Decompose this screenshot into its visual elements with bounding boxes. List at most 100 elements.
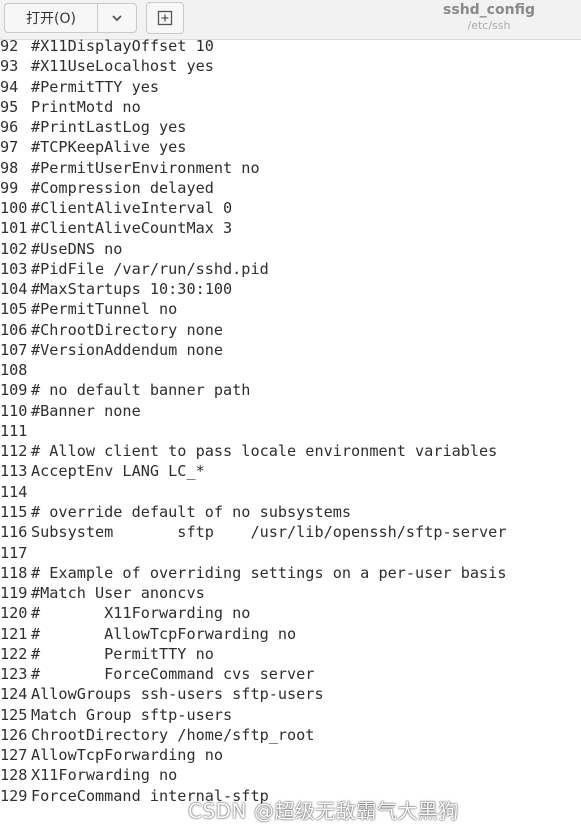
- line-text: AcceptEnv LANG LC_*: [31, 462, 205, 481]
- line-text: #TCPKeepAlive yes: [31, 138, 187, 157]
- line-number: 121: [0, 624, 28, 643]
- line-text: #MaxStartups 10:30:100: [31, 280, 233, 299]
- line-number: 111: [0, 421, 28, 440]
- code-line[interactable]: 92 #X11DisplayOffset 10: [0, 37, 214, 56]
- chevron-down-icon: [112, 15, 122, 22]
- line-text: AllowGroups ssh-users sftp-users: [31, 685, 324, 704]
- window-subtitle: /etc/ssh: [467, 19, 511, 32]
- line-number: 93: [0, 57, 19, 76]
- line-number: 114: [0, 482, 28, 501]
- line-number: 99: [0, 178, 19, 197]
- line-text: # no default banner path: [31, 381, 251, 400]
- code-line[interactable]: 97 #TCPKeepAlive yes: [0, 137, 186, 157]
- code-line[interactable]: 116 Subsystem sftp /usr/lib/openssh/sftp-…: [0, 522, 506, 542]
- line-text: X11Forwarding no: [31, 766, 178, 785]
- line-text: #ChrootDirectory none: [31, 320, 224, 339]
- code-line[interactable]: 114: [0, 482, 31, 502]
- header-bar: 打开(O) sshd_config /etc/ssh: [0, 0, 581, 40]
- line-number: 105: [0, 300, 28, 319]
- line-number: 129: [0, 786, 28, 805]
- code-line[interactable]: 121 # AllowTcpForwarding no: [0, 624, 296, 644]
- code-line[interactable]: 125 Match Group sftp-users: [0, 705, 232, 725]
- code-line[interactable]: 117: [0, 543, 31, 563]
- new-document-icon: [157, 10, 173, 26]
- window-title-block: sshd_config /etc/ssh: [409, 1, 569, 33]
- code-line[interactable]: 102 #UseDNS no: [0, 239, 122, 259]
- code-line[interactable]: 120 # X11Forwarding no: [0, 603, 250, 623]
- line-number: 110: [0, 401, 28, 420]
- code-line[interactable]: 95 PrintMotd no: [0, 97, 141, 117]
- line-number: 107: [0, 340, 28, 359]
- text-editor[interactable]: 92 #X11DisplayOffset 10 93 #X11UseLocalhost…: [0, 37, 581, 834]
- code-line[interactable]: 122 # PermitTTY no: [0, 644, 214, 664]
- code-line[interactable]: 110 #Banner none: [0, 401, 141, 421]
- line-text: PrintMotd no: [31, 97, 141, 116]
- line-text: #UseDNS no: [31, 239, 123, 258]
- line-number: 98: [0, 158, 19, 177]
- code-line[interactable]: 128 X11Forwarding no: [0, 765, 177, 785]
- open-button[interactable]: 打开(O): [4, 3, 97, 33]
- line-number: 117: [0, 543, 28, 562]
- line-text: ChrootDirectory /home/sftp_root: [31, 725, 315, 744]
- code-line[interactable]: 113 AcceptEnv LANG LC_*: [0, 461, 205, 481]
- code-line[interactable]: 93 #X11UseLocalhost yes: [0, 56, 214, 76]
- line-text: # Allow client to pass locale environmen…: [31, 442, 498, 461]
- code-line[interactable]: 99 #Compression delayed: [0, 178, 214, 198]
- line-text: #PermitTTY yes: [31, 77, 160, 96]
- line-number: 96: [0, 118, 19, 137]
- line-text: # X11Forwarding no: [31, 604, 251, 623]
- line-number: 108: [0, 361, 28, 380]
- watermark: CSDN @超级无敌霸气大黑狗: [188, 799, 459, 823]
- line-number: 103: [0, 259, 28, 278]
- line-text: #PermitTunnel no: [31, 300, 178, 319]
- code-line[interactable]: 98 #PermitUserEnvironment no: [0, 158, 260, 178]
- code-line[interactable]: 115 # override default of no subsystems: [0, 502, 351, 522]
- line-text: #ClientAliveInterval 0: [31, 199, 233, 218]
- line-number: 106: [0, 320, 28, 339]
- code-line[interactable]: 108: [0, 360, 31, 380]
- code-line[interactable]: 126 ChrootDirectory /home/sftp_root: [0, 725, 314, 745]
- line-text: # AllowTcpForwarding no: [31, 624, 297, 643]
- code-line[interactable]: 103 #PidFile /var/run/sshd.pid: [0, 259, 269, 279]
- line-number: 126: [0, 725, 28, 744]
- line-text: # override default of no subsystems: [31, 502, 352, 521]
- code-line[interactable]: 111: [0, 421, 31, 441]
- line-text: #Compression delayed: [31, 178, 214, 197]
- code-line[interactable]: 105 #PermitTunnel no: [0, 299, 177, 319]
- line-number: 94: [0, 77, 19, 96]
- code-line[interactable]: 124 AllowGroups ssh-users sftp-users: [0, 684, 324, 704]
- code-line[interactable]: 123 # ForceCommand cvs server: [0, 664, 314, 684]
- line-number: 128: [0, 766, 28, 785]
- line-number: 104: [0, 280, 28, 299]
- line-number: 101: [0, 219, 28, 238]
- code-line[interactable]: 119 #Match User anoncvs: [0, 583, 205, 603]
- code-line[interactable]: 106 #ChrootDirectory none: [0, 320, 223, 340]
- code-line[interactable]: 96 #PrintLastLog yes: [0, 117, 186, 137]
- line-text: #PrintLastLog yes: [31, 118, 187, 137]
- open-dropdown-button[interactable]: [97, 3, 137, 33]
- code-line[interactable]: 118 # Example of overriding settings on a…: [0, 563, 506, 583]
- line-text: # Example of overriding settings on a pe…: [31, 563, 507, 582]
- open-button-label: 打开(O): [26, 11, 76, 27]
- line-number: 123: [0, 665, 28, 684]
- line-number: 113: [0, 462, 28, 481]
- line-number: 95: [0, 97, 19, 116]
- code-line[interactable]: 100 #ClientAliveInterval 0: [0, 198, 232, 218]
- code-line[interactable]: 109 # no default banner path: [0, 380, 250, 400]
- new-document-button[interactable]: [146, 2, 184, 34]
- line-text: # PermitTTY no: [31, 644, 214, 663]
- line-text: #X11DisplayOffset 10: [31, 37, 214, 55]
- code-line[interactable]: 127 AllowTcpForwarding no: [0, 745, 223, 765]
- line-text: Subsystem sftp /usr/lib/openssh/sftp-ser…: [31, 523, 507, 542]
- code-line[interactable]: 107 #VersionAddendum none: [0, 340, 223, 360]
- code-line[interactable]: 94 #PermitTTY yes: [0, 77, 159, 97]
- code-line[interactable]: 112 # Allow client to pass locale environ…: [0, 441, 497, 461]
- line-number: 122: [0, 644, 28, 663]
- line-number: 124: [0, 685, 28, 704]
- code-line[interactable]: 104 #MaxStartups 10:30:100: [0, 279, 232, 299]
- line-number: 127: [0, 746, 28, 765]
- line-number: 125: [0, 705, 28, 724]
- line-text: #Banner none: [31, 401, 141, 420]
- code-line[interactable]: 101 #ClientAliveCountMax 3: [0, 218, 232, 238]
- window-title: sshd_config: [443, 2, 535, 18]
